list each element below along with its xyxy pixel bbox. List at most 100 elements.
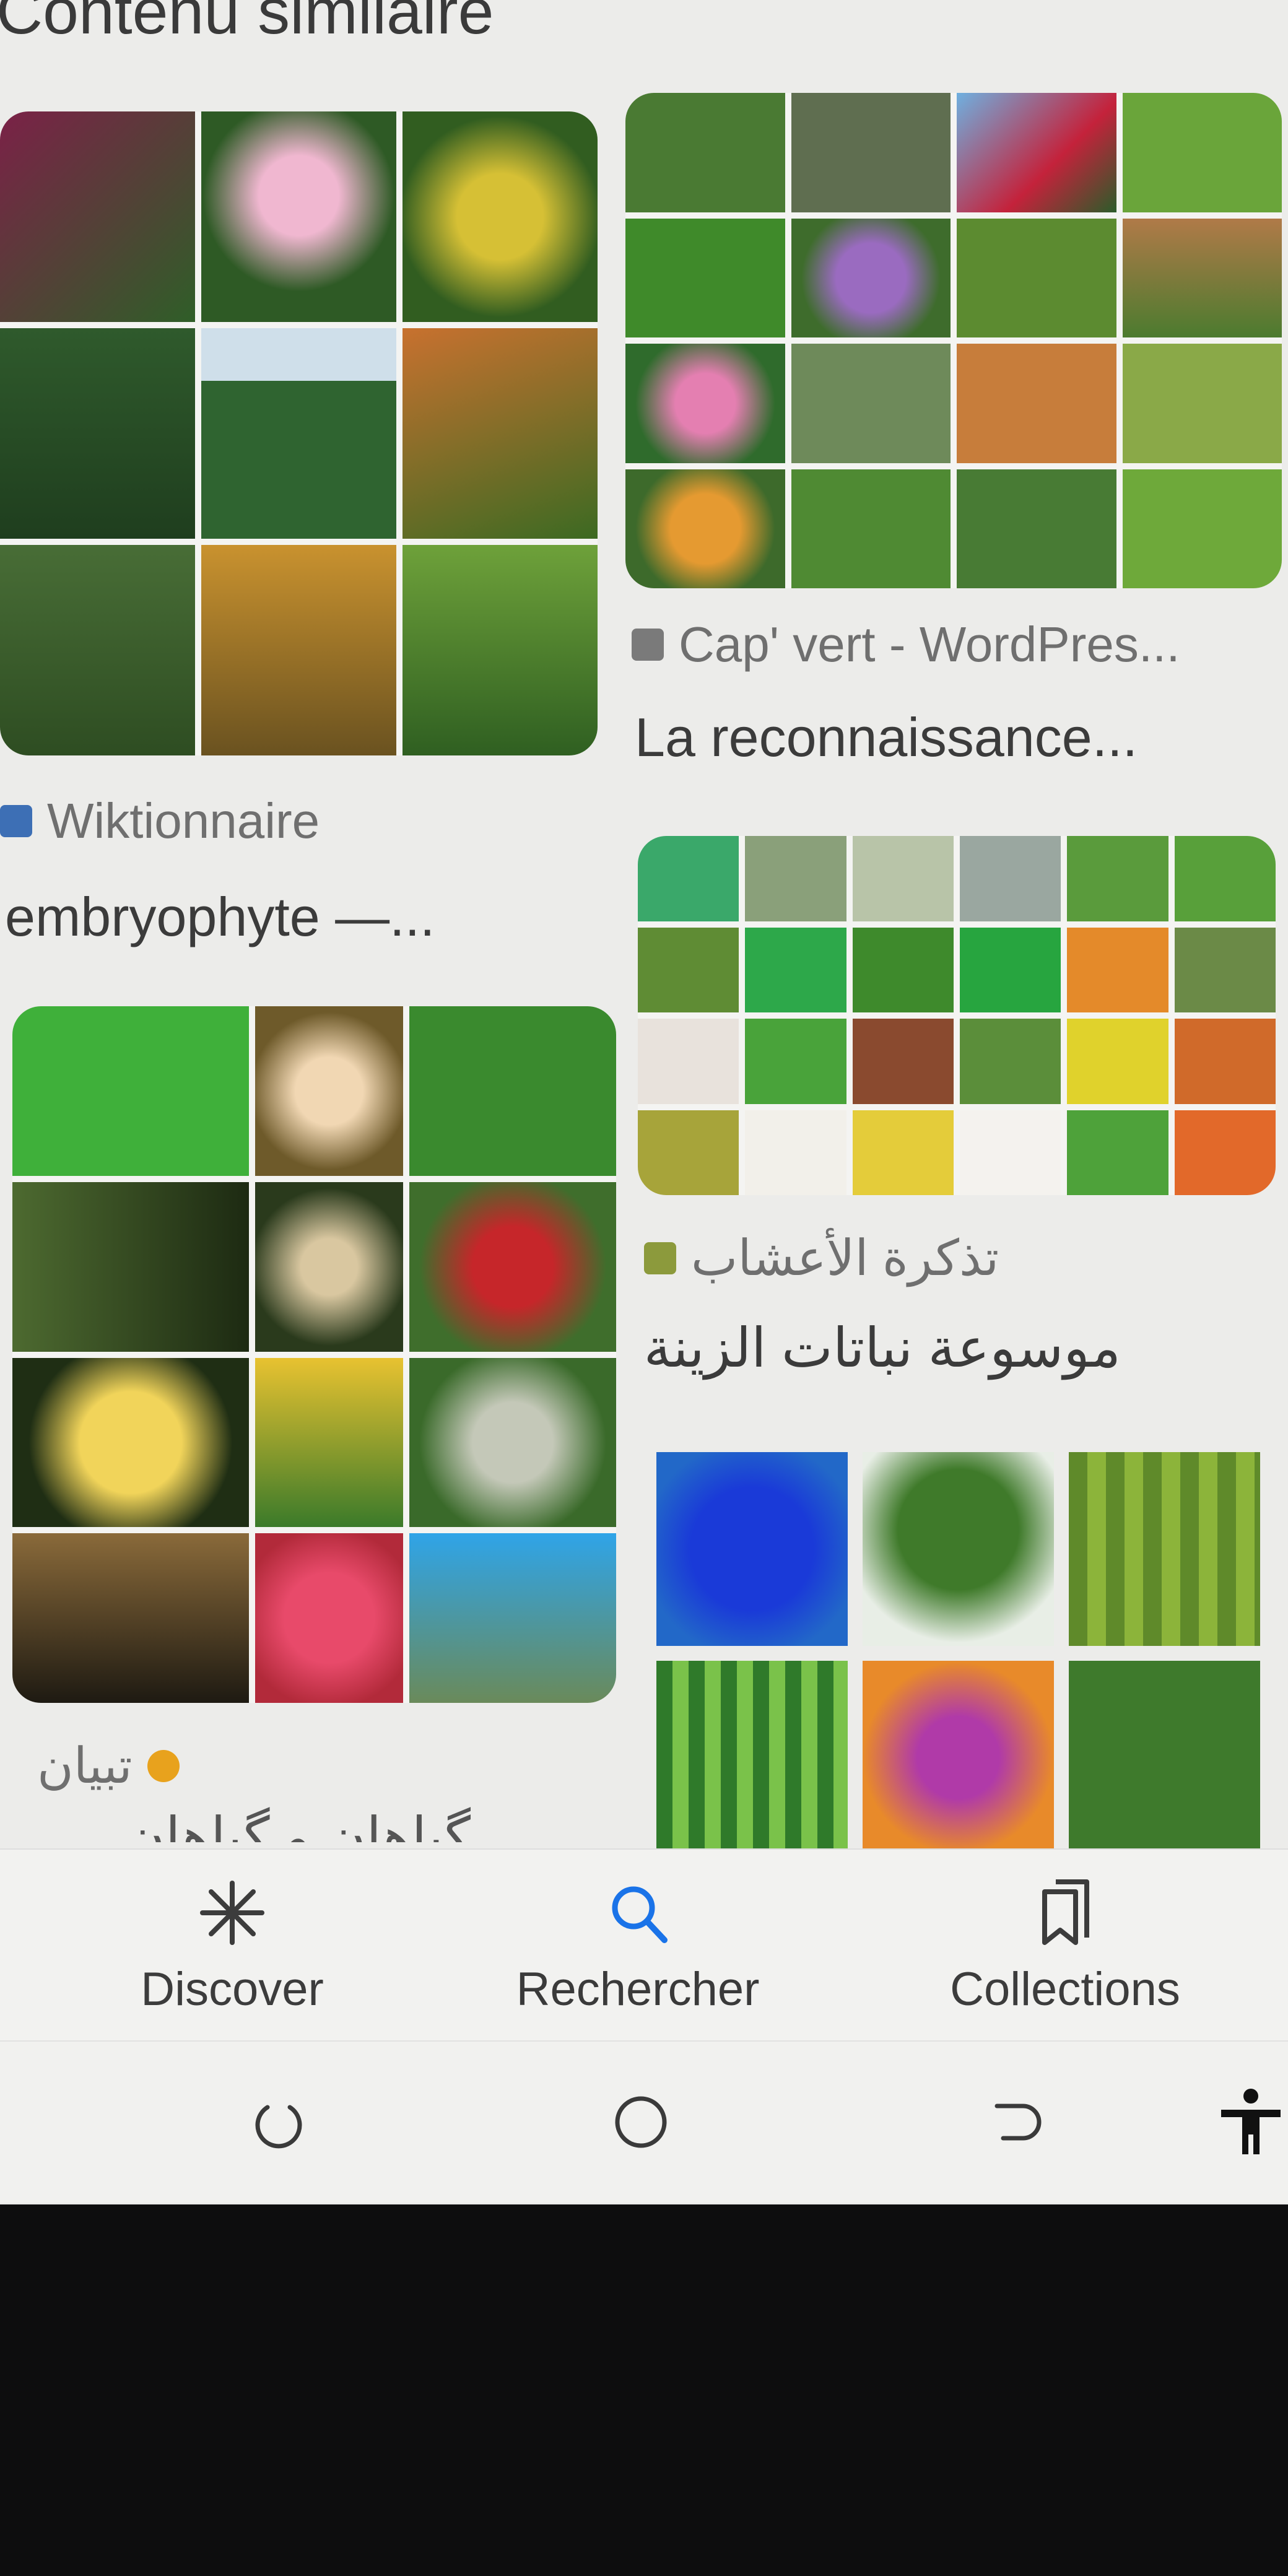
thumbnail [1122, 469, 1282, 588]
screen: Contenu similaire Wiktionnaire embryophy… [0, 0, 1288, 2204]
thumbnail [638, 927, 739, 1012]
thumbnail [1122, 93, 1282, 212]
thumbnail [656, 1452, 848, 1646]
thumbnail [959, 836, 1061, 921]
thumbnail [12, 1181, 249, 1352]
source-label[interactable]: تبيان [37, 1737, 180, 1795]
nav-collections[interactable]: Collections [916, 1850, 1214, 2042]
result-image-4[interactable] [12, 1006, 616, 1703]
thumbnail [957, 93, 1116, 212]
thumbnail [1067, 1110, 1168, 1195]
thumbnail [1067, 927, 1168, 1012]
thumbnail [957, 218, 1116, 337]
result-image-3[interactable] [638, 836, 1276, 1195]
nav-discover[interactable]: Discover [105, 1850, 359, 2042]
thumbnail [863, 1452, 1054, 1646]
nav-label: Rechercher [516, 1962, 760, 2016]
thumbnail [852, 836, 954, 921]
thumbnail [656, 1661, 848, 1855]
thumbnail [402, 111, 598, 322]
thumbnail [255, 1357, 403, 1528]
source-label[interactable]: تذكرة الأعشاب [644, 1229, 999, 1287]
thumbnail [201, 545, 396, 755]
thumbnail [959, 1019, 1061, 1104]
thumbnail [638, 1110, 739, 1195]
nav-rechercher[interactable]: Rechercher [495, 1850, 780, 2042]
source-name: Wiktionnaire [47, 793, 320, 848]
wiktionary-favicon-icon [0, 805, 32, 837]
thumbnail [1174, 927, 1276, 1012]
system-navigation-bar [0, 2040, 1288, 2203]
thumbnail [745, 927, 846, 1012]
result-image-2[interactable] [625, 93, 1282, 588]
thumbnail [409, 1006, 616, 1176]
source-label[interactable]: Wiktionnaire [0, 793, 320, 850]
thumbnail [791, 93, 951, 212]
accessibility-icon[interactable] [1214, 2085, 1288, 2159]
thumbnail [638, 836, 739, 921]
thumbnail [745, 1110, 846, 1195]
section-title: Contenu similaire [0, 0, 494, 48]
result-caption[interactable]: embryophyte —... [5, 886, 435, 949]
thumbnail [852, 1110, 954, 1195]
thumbnail [1069, 1452, 1260, 1646]
thumbnail [852, 927, 954, 1012]
thumbnail [1174, 1110, 1276, 1195]
thumbnail [625, 344, 785, 463]
thumbnail [0, 111, 195, 322]
herbs-site-favicon-icon [644, 1242, 676, 1274]
back-icon[interactable] [978, 2085, 1053, 2159]
thumbnail [959, 927, 1061, 1012]
thumbnail [791, 344, 951, 463]
nav-label: Collections [950, 1962, 1180, 2016]
source-name: تبيان [37, 1738, 133, 1793]
thumbnail [1122, 344, 1282, 463]
thumbnail [12, 1357, 249, 1528]
thumbnail [255, 1533, 403, 1703]
thumbnail [1067, 1019, 1168, 1104]
thumbnail [852, 1019, 954, 1104]
bookmark-stack-icon [1042, 1879, 1089, 1945]
thumbnail [409, 1533, 616, 1703]
recent-apps-icon[interactable] [242, 2085, 316, 2159]
thumbnail [12, 1006, 249, 1176]
thumbnail [959, 1110, 1061, 1195]
thumbnail [255, 1181, 403, 1352]
nav-label: Discover [141, 1962, 324, 2016]
result-image-5[interactable] [656, 1452, 1260, 1855]
wordpress-favicon-icon [632, 629, 664, 661]
thumbnail [1174, 1019, 1276, 1104]
thumbnail [625, 93, 785, 212]
thumbnail [0, 545, 195, 755]
result-caption[interactable]: La reconnaissance... [635, 706, 1138, 769]
result-image-1[interactable] [0, 111, 598, 755]
thumbnail [745, 836, 846, 921]
thumbnail [745, 1019, 846, 1104]
result-caption[interactable]: گیاهان و گیاهان [37, 1805, 471, 1842]
thumbnail [1069, 1661, 1260, 1855]
thumbnail [12, 1533, 249, 1703]
source-name: تذكرة الأعشاب [691, 1230, 999, 1286]
thumbnail [1122, 218, 1282, 337]
thumbnail [402, 545, 598, 755]
thumbnail [638, 1019, 739, 1104]
thumbnail [957, 469, 1116, 588]
thumbnail [409, 1181, 616, 1352]
thumbnail [402, 328, 598, 539]
thumbnail [863, 1661, 1054, 1855]
thumbnail [1174, 836, 1276, 921]
thumbnail [201, 111, 396, 322]
home-icon[interactable] [604, 2085, 678, 2159]
thumbnail [957, 344, 1116, 463]
result-caption[interactable]: موسوعة نباتات الزينة [644, 1316, 1121, 1380]
bottom-navigation: Discover Rechercher Collections [0, 1848, 1288, 2042]
thumbnail [0, 328, 195, 539]
thumbnail [625, 469, 785, 588]
search-icon [612, 1886, 668, 1943]
thumbnail [791, 218, 951, 337]
thumbnail [1067, 836, 1168, 921]
source-label[interactable]: Cap' vert - WordPres... [632, 616, 1180, 673]
thumbnail [409, 1357, 616, 1528]
thumbnail [201, 328, 396, 539]
source-name: Cap' vert - WordPres... [679, 617, 1180, 672]
